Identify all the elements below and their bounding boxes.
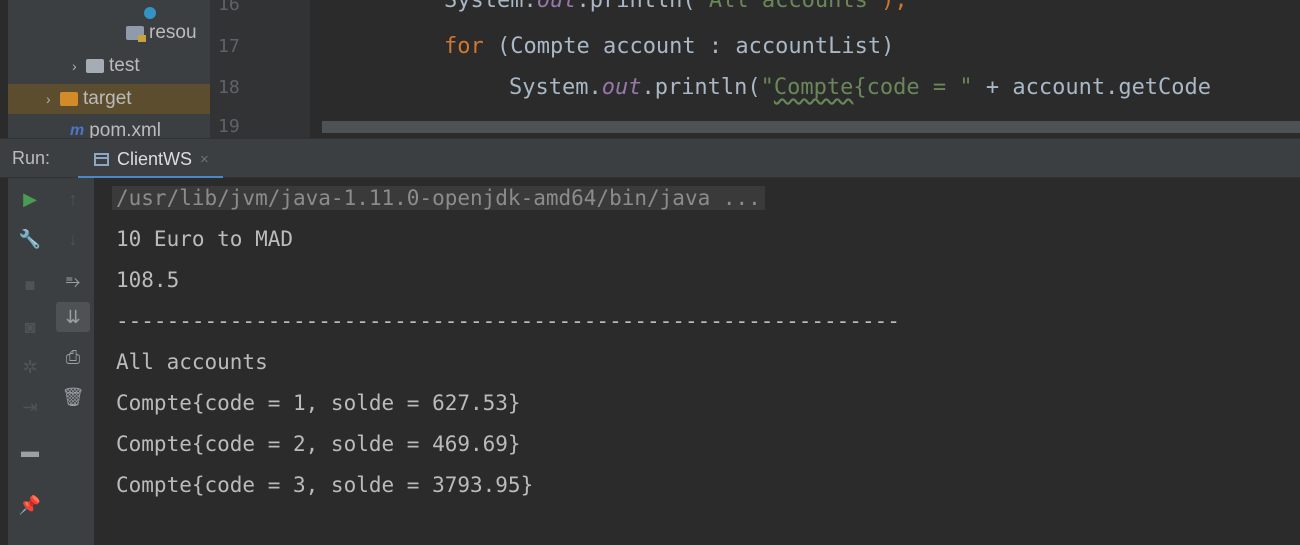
tree-item-test[interactable]: › test [8, 51, 210, 81]
tree-item-target[interactable]: › target [8, 84, 210, 114]
line-number: 19 [218, 116, 240, 137]
debug-settings-icon[interactable]: ✲ [8, 352, 52, 382]
print-icon[interactable]: ⎙ [52, 342, 94, 372]
run-toolbar-secondary: ↑ ↓ ⥱ ⇊ ⎙ 🗑 [52, 178, 94, 545]
code-line: System.out.println("Compte{code = " + ac… [456, 75, 1212, 100]
code-line: for (Compte account : accountList) [444, 34, 895, 59]
console-line: Compte{code = 2, solde = 469.69} [116, 432, 521, 456]
resources-folder-icon [126, 26, 146, 42]
code-editor[interactable]: System.out.println("All accounts"); for … [310, 0, 1300, 125]
line-number: 18 [218, 77, 240, 98]
editor-area: resou › test › target m pom.xml 16 17 18… [0, 0, 1300, 138]
run-tool-window-header: Run: ClientWS × [0, 138, 1300, 179]
chevron-right-icon[interactable]: › [46, 91, 60, 107]
tree-item-label: pom.xml [89, 120, 162, 138]
wrench-icon[interactable]: 🔧 [8, 224, 52, 254]
scroll-to-end-icon[interactable]: ⇊ [56, 302, 90, 332]
exit-icon[interactable]: ⇥ [8, 392, 52, 422]
tab-clientws[interactable]: ClientWS × [78, 139, 223, 179]
arrow-up-icon[interactable]: ↑ [52, 184, 94, 214]
maven-file-icon: m [70, 122, 85, 138]
console-line: 108.5 [116, 268, 180, 292]
trash-icon[interactable]: 🗑 [52, 382, 94, 412]
project-tree: resou › test › target m pom.xml [8, 0, 210, 138]
line-number-gutter: 16 17 18 19 [210, 0, 310, 138]
rerun-icon[interactable]: ▶ [8, 184, 52, 214]
run-toolbar-primary: ▶ 🔧 ■ ◙ ✲ ⇥ ▬ 📌 [8, 178, 52, 545]
line-number: 17 [218, 36, 240, 57]
tree-item-label: resou [149, 22, 197, 43]
pin-icon[interactable]: 📌 [8, 490, 52, 520]
horizontal-scrollbar[interactable] [322, 121, 1300, 133]
console-output[interactable]: /usr/lib/jvm/java-1.11.0-openjdk-amd64/b… [94, 178, 1300, 545]
tree-item-label: test [109, 55, 140, 76]
tab-label: ClientWS [117, 148, 193, 169]
code-line: System.out.println("All accounts"); [444, 0, 908, 13]
console-tab-icon [94, 152, 109, 166]
console-line: Compte{code = 1, solde = 627.53} [116, 391, 521, 415]
run-label: Run: [12, 148, 51, 168]
line-number: 16 [218, 0, 240, 15]
tree-item-pom[interactable]: m pom.xml [8, 116, 210, 138]
close-icon[interactable]: × [200, 151, 209, 168]
left-edge [0, 178, 8, 545]
camera-icon[interactable]: ◙ [8, 312, 52, 342]
folder-icon [60, 92, 78, 106]
tree-item-label: target [83, 88, 132, 109]
arrow-down-icon[interactable]: ↓ [52, 224, 94, 254]
console-line: Compte{code = 3, solde = 3793.95} [116, 473, 534, 497]
console-command-line[interactable]: /usr/lib/jvm/java-1.11.0-openjdk-amd64/b… [112, 186, 765, 210]
tree-item-resources[interactable]: resou [8, 18, 210, 48]
console-line: 10 Euro to MAD [116, 227, 294, 251]
chevron-right-icon[interactable]: › [72, 58, 86, 74]
console-line: All accounts [116, 350, 268, 374]
stop-icon[interactable]: ■ [8, 270, 52, 300]
soft-wrap-icon[interactable]: ⥱ [52, 266, 94, 296]
folder-icon [86, 59, 104, 73]
layout-icon[interactable]: ▬ [8, 436, 52, 466]
console-separator: ----------------------------------------… [116, 309, 900, 333]
